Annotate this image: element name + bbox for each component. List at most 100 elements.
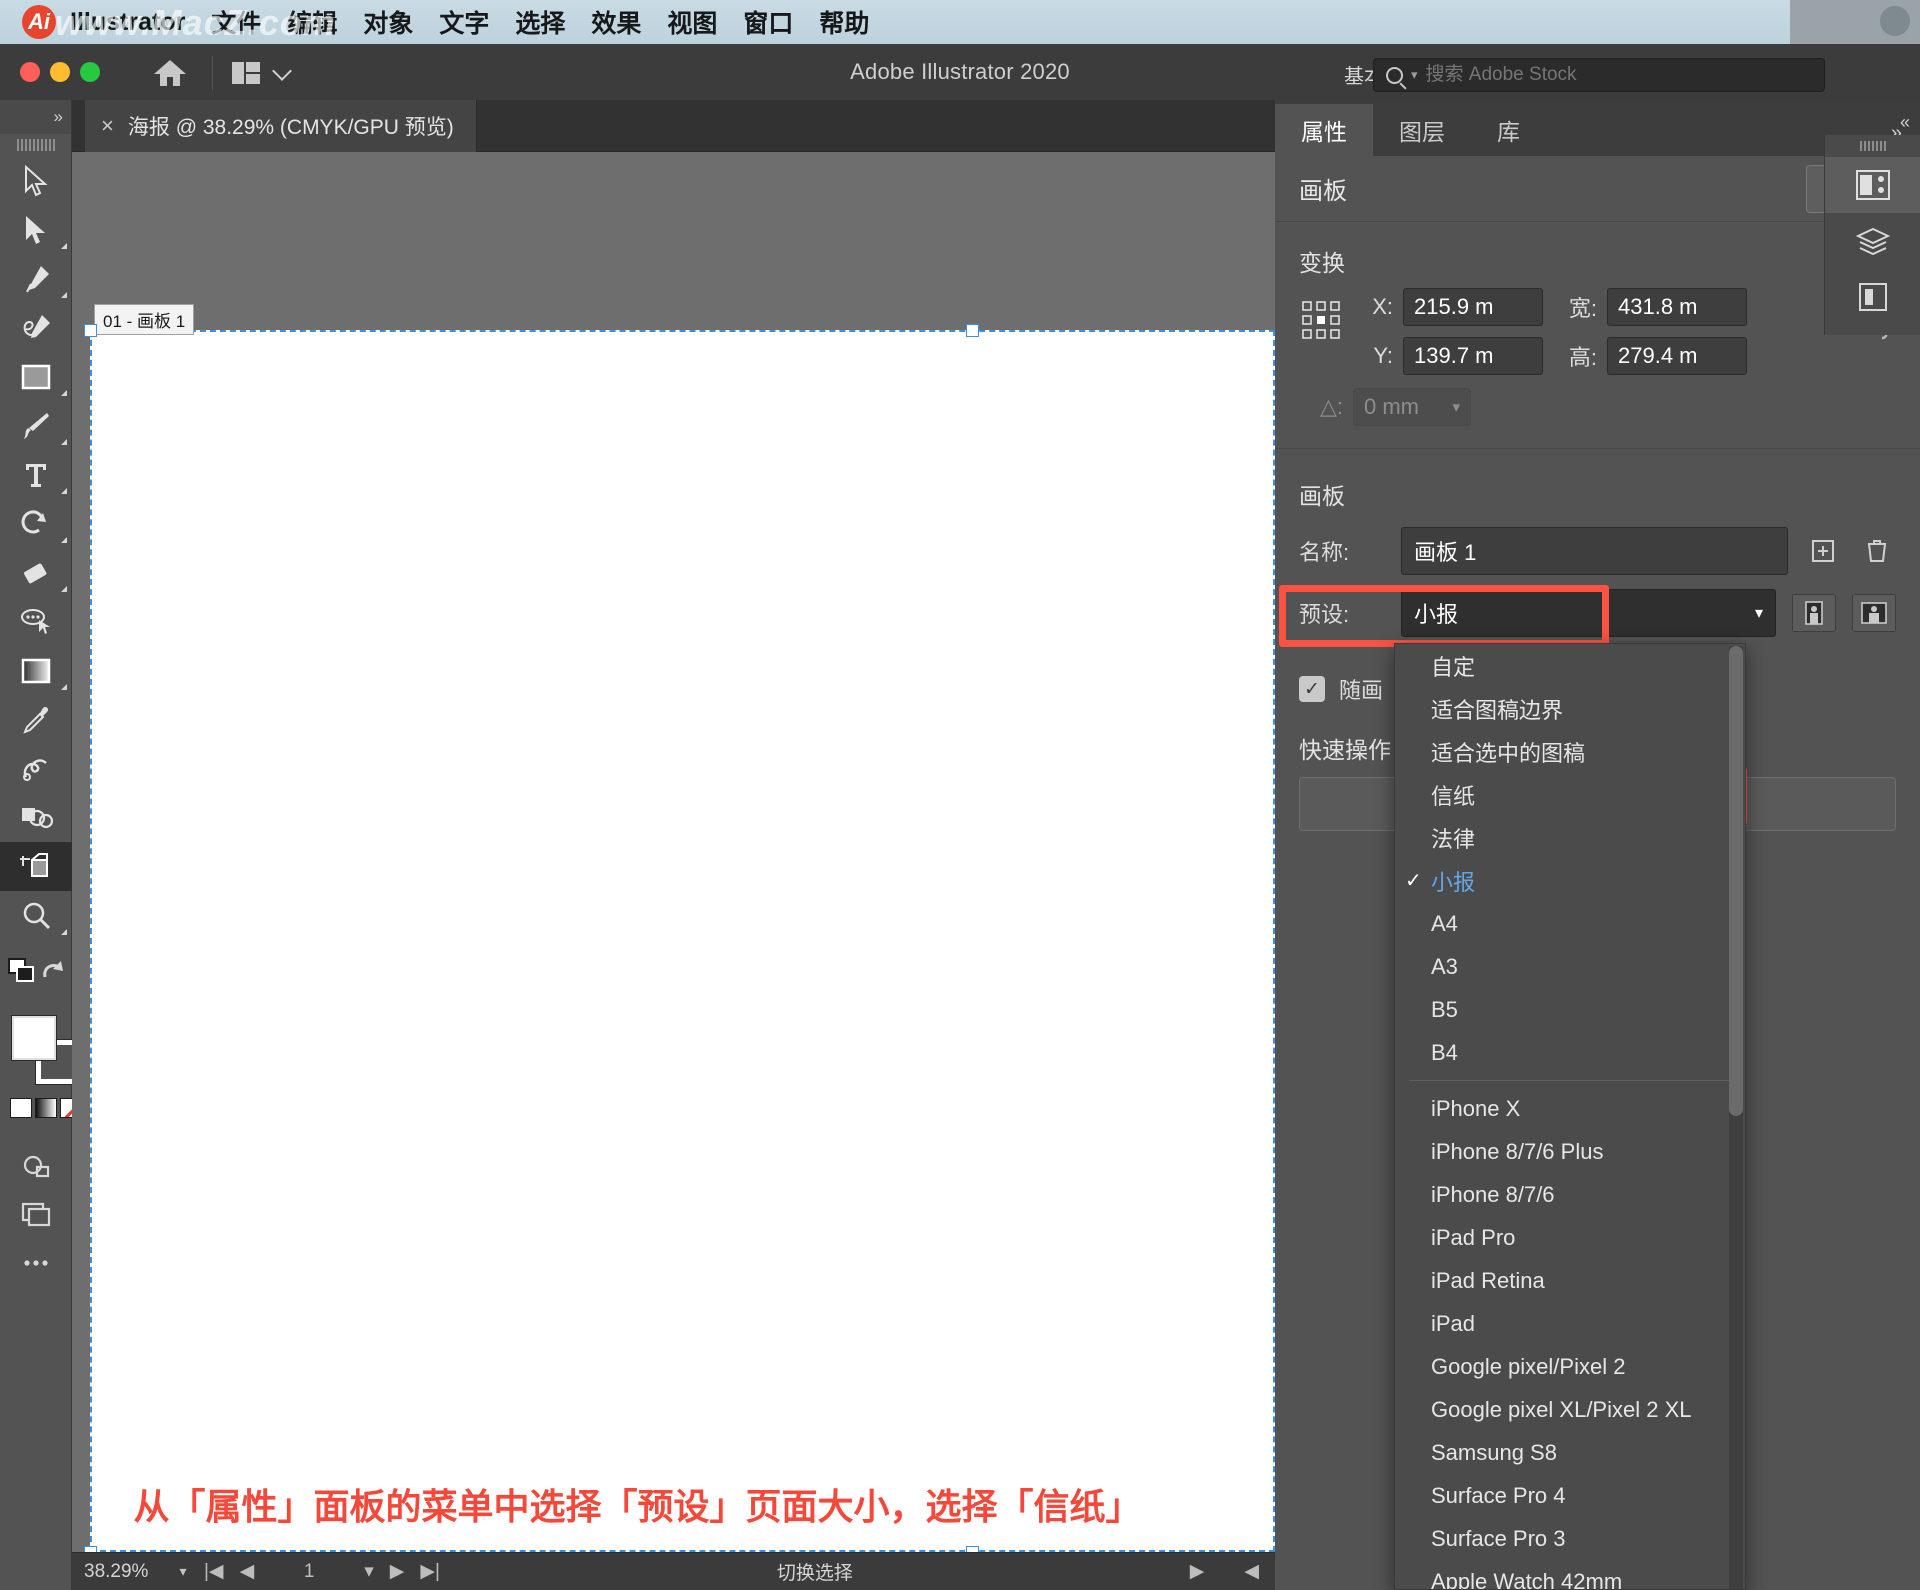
screen-mode-button[interactable] [0,1189,72,1238]
artboard-name-input[interactable]: 画板 1 [1401,527,1788,575]
dropdown-item[interactable]: iPhone X [1395,1087,1745,1130]
libraries-dock-icon[interactable] [1825,269,1920,325]
curvature-tool[interactable] [0,303,72,352]
scroll-left-icon[interactable]: ◀ [1244,1560,1259,1583]
width-input[interactable]: 431.8 m [1607,288,1747,326]
menu-type[interactable]: 文字 [439,4,489,40]
height-input[interactable]: 279.4 m [1607,337,1747,375]
close-icon[interactable]: × [101,115,114,137]
rectangle-tool[interactable] [0,352,72,401]
change-screen-mode-group[interactable] [0,940,72,996]
preset-dropdown[interactable]: 小报 ▾ [1401,589,1776,637]
menu-window[interactable]: 窗口 [743,4,793,40]
fill-stroke-swatches[interactable] [0,1010,82,1140]
resize-handle[interactable] [84,324,97,337]
artboard-number[interactable]: 1 [270,1561,348,1583]
collapse-panel-icon[interactable]: « [1900,112,1910,133]
tools-drag-handle[interactable] [0,134,71,156]
dropdown-item[interactable]: 适合选中的图稿 [1395,730,1745,773]
tab-libraries[interactable]: 库 [1471,104,1546,156]
menu-app-name[interactable]: Illustrator [70,8,185,37]
first-artboard-icon[interactable]: |◀ [204,1560,224,1583]
dock-drag-handle[interactable] [1825,135,1920,157]
artboard-tool[interactable] [0,842,72,891]
zoom-tool[interactable] [0,891,72,940]
dropdown-item[interactable]: Samsung S8 [1395,1431,1745,1474]
dropdown-item[interactable]: Surface Pro 3 [1395,1517,1745,1560]
menu-select[interactable]: 选择 [515,4,565,40]
gradient-swatch-button[interactable] [35,1098,57,1118]
dropdown-item[interactable]: Google pixel XL/Pixel 2 XL [1395,1388,1745,1431]
dropdown-item[interactable]: 法律 [1395,816,1745,859]
dropdown-item[interactable]: iPhone 8/7/6 [1395,1173,1745,1216]
tab-layers[interactable]: 图层 [1373,104,1471,156]
pen-tool[interactable] [0,254,72,303]
zoom-level[interactable]: 38.29% [72,1561,170,1583]
menu-edit[interactable]: 编辑 [287,4,337,40]
fill-swatch[interactable] [12,1016,56,1060]
move-artwork-checkbox[interactable]: ✓ [1299,676,1325,702]
dropdown-item[interactable]: B5 [1395,988,1745,1031]
properties-dock-icon[interactable] [1825,157,1920,213]
last-artboard-icon[interactable]: ▶| [420,1560,440,1583]
dropdown-item[interactable]: B4 [1395,1031,1745,1074]
dropdown-item[interactable]: Apple Watch 42mm [1395,1560,1745,1590]
trash-icon[interactable] [1858,532,1896,570]
next-artboard-icon[interactable]: ▶ [390,1560,405,1583]
menu-effect[interactable]: 效果 [591,4,641,40]
prev-artboard-icon[interactable]: ◀ [240,1560,255,1583]
shaper-tool[interactable] [0,597,72,646]
portrait-orientation-icon[interactable] [1792,594,1836,632]
paintbrush-tool[interactable] [0,401,72,450]
scroll-right-icon[interactable]: ▶ [1190,1560,1205,1583]
dropdown-item[interactable]: iPad [1395,1302,1745,1345]
menu-view[interactable]: 视图 [667,4,717,40]
status-scroll-arrows[interactable]: ▶ ◀ [1190,1560,1275,1583]
y-input[interactable]: 139.7 m [1403,337,1543,375]
landscape-orientation-icon[interactable] [1852,594,1896,632]
dropdown-item[interactable]: 信纸 [1395,773,1745,816]
menu-file[interactable]: 文件 [211,4,261,40]
drawing-mode-button[interactable] [0,1140,72,1189]
reference-point-icon[interactable] [1299,296,1343,344]
color-swatch-button[interactable] [10,1098,32,1118]
menu-object[interactable]: 对象 [363,4,413,40]
dropdown-item[interactable]: Google pixel/Pixel 2 [1395,1345,1745,1388]
tools-collapse-button[interactable]: » [0,100,71,134]
document-canvas[interactable]: 01 - 画板 1 [72,152,1275,1552]
dropdown-item[interactable]: ✓ 小报 [1395,859,1745,902]
document-tab[interactable]: × 海报 @ 38.29% (CMYK/GPU 预览) [85,100,477,152]
resize-handle[interactable] [966,324,979,337]
angle-input[interactable]: 0 mm ▾ [1353,388,1471,426]
dropdown-item[interactable]: A3 [1395,945,1745,988]
status-selection-mode[interactable]: 切换选择 [440,1558,1190,1585]
zoom-chevron-down-icon[interactable]: ▾ [170,1563,196,1580]
eyedropper-tool[interactable] [0,695,72,744]
tab-properties[interactable]: 属性 [1275,104,1373,156]
add-artboard-icon[interactable] [1804,532,1842,570]
dropdown-item[interactable]: iPad Pro [1395,1216,1745,1259]
shape-builder-tool[interactable] [0,793,72,842]
gradient-tool[interactable] [0,646,72,695]
selection-tool[interactable] [0,156,72,205]
artboard-navigation[interactable]: |◀ ◀ 1 ▾ ▶ ▶| [204,1560,440,1583]
artboard-chevron-down-icon[interactable]: ▾ [364,1560,374,1583]
dropdown-item[interactable]: iPad Retina [1395,1259,1745,1302]
eraser-tool[interactable] [0,548,72,597]
type-tool[interactable] [0,450,72,499]
dropdown-item[interactable]: 适合图稿边界 [1395,687,1745,730]
adobe-stock-search[interactable]: ▾ [1373,58,1825,92]
edit-toolbar-button[interactable] [0,1238,72,1287]
dropdown-item[interactable]: Surface Pro 4 [1395,1474,1745,1517]
rotate-tool[interactable] [0,499,72,548]
preset-dropdown-menu[interactable]: 自定 适合图稿边界 适合选中的图稿 信纸 法律 ✓ 小报 A4 A3 B5 B4 iPhone X iP… [1394,643,1746,1590]
menu-help[interactable]: 帮助 [819,4,869,40]
search-input[interactable] [1425,64,1796,86]
x-input[interactable]: 215.9 m [1403,288,1543,326]
direct-selection-tool[interactable] [0,205,72,254]
dropdown-item[interactable]: A4 [1395,902,1745,945]
dropdown-item[interactable]: iPhone 8/7/6 Plus [1395,1130,1745,1173]
dropdown-item[interactable]: 自定 [1395,644,1745,687]
layers-dock-icon[interactable] [1825,213,1920,269]
blend-tool[interactable] [0,744,72,793]
